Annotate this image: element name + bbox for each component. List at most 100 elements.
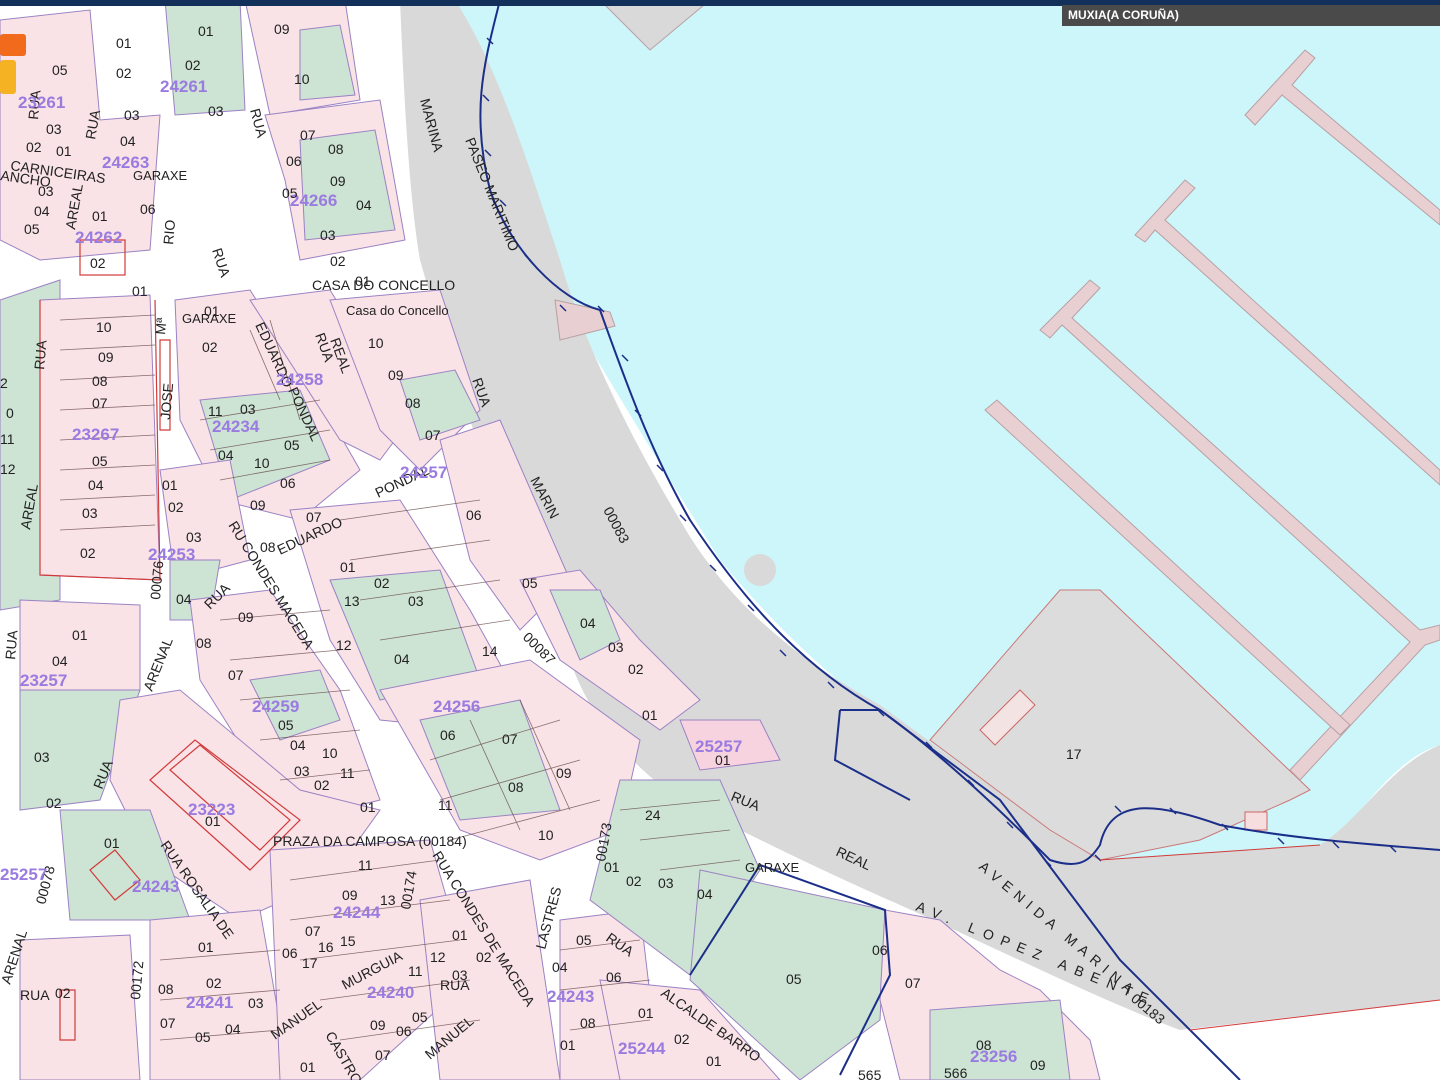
parcel-number: 03 [186,529,202,545]
parcel-number: 15 [340,933,356,949]
street-label: ARENAL [0,928,30,986]
parcel-number: 05 [522,575,538,591]
street-label: RUA [2,629,21,661]
block-id: 24258 [276,370,323,389]
cadastral-map[interactable]: MARINA PASEO MARITIMO RUA MARIN RUA REAL… [0,0,1440,1080]
parcel-number: 09 [370,1017,386,1033]
parcel-number: 05 [282,185,298,201]
place-label: GARAXE [745,860,800,875]
block-id: 23257 [20,671,67,690]
parcel-number: 01 [604,859,620,875]
street-label: AVENIDA MARINA [976,858,1141,1000]
location-title: MUXIA(A CORUÑA) [1062,5,1440,26]
parcel-number: 04 [52,653,68,669]
parcel-number: 08 [580,1015,596,1031]
parcel-number: 01 [340,559,356,575]
parcel-number: 02 [374,575,390,591]
parcel-number: 04 [552,959,568,975]
parcel-number: 03 [452,967,468,983]
parcel-number: 02 [80,545,96,561]
street-label: JOSE [157,382,176,420]
parcel-number: 06 [140,201,156,217]
parcel-number: 09 [1030,1057,1046,1073]
parcel-number: 09 [250,497,266,513]
parcel-number: 16 [318,939,334,955]
parcel-number: 02 [46,795,62,811]
parcel-number: 07 [502,731,518,747]
block-id: 24253 [148,545,195,564]
parcel-number: 11 [408,963,423,979]
parcel-number: 02 [55,985,71,1001]
parcel-number: 05 [284,437,300,453]
parcel-number: 03 [38,183,54,199]
parcel-number: 03 [608,639,624,655]
parcel-number: 04 [34,203,50,219]
map-tool-marker-icon[interactable] [0,34,26,56]
parcel-number: 07 [306,509,322,525]
parcel-number: 01 [300,1059,316,1075]
parcel-number: 09 [342,887,358,903]
parcel-number: 04 [580,615,596,631]
parcel-number: 04 [176,591,192,607]
road-code: 00087 [520,629,559,668]
parcel-number: 05 [786,971,802,987]
street-label: RIO [160,219,178,245]
parcel-number: 05 [24,221,40,237]
street-label: RUA [729,788,763,814]
parcel-number: 03 [124,107,140,123]
parcel-number: 08 [976,1037,992,1053]
parcel-number: 08 [328,141,344,157]
parcel-number: 11 [0,431,15,447]
parcel-number: 01 [204,303,220,319]
block-id: 24261 [160,77,207,96]
block-id: 24240 [367,983,414,1002]
parcel-number: 07 [92,395,108,411]
parcel-number: 02 [116,65,132,81]
parcel-number: 05 [576,932,592,948]
parcel-number: 09 [330,173,346,189]
parcel-number: 08 [158,981,174,997]
road-code: 00173 [592,821,615,862]
street-label: CASTRO [322,1029,365,1080]
place-label: Casa do Concello [346,303,449,318]
block-id: 24234 [212,417,260,436]
parcel-number: 04 [356,197,372,213]
parcel-number: 05 [278,717,294,733]
parcel-number: 12 [336,637,352,653]
parcel-number: 01 [162,477,178,493]
parcel-number: 01 [706,1053,722,1069]
parcel-number: 04 [225,1021,241,1037]
parcel-number: 01 [452,927,468,943]
parcel-number: 10 [538,827,554,843]
block-id: 25257 [0,865,47,884]
parcel-number: 06 [280,475,296,491]
parcel-number: 02 [90,255,106,271]
parcel-number: 03 [248,995,264,1011]
parcel-number: 14 [482,643,498,659]
parcel-number: 01 [56,143,72,159]
parcel-number: 0 [6,405,14,421]
parcel-number: 01 [198,939,214,955]
parcel-number: 07 [375,1047,391,1063]
parcel-number: 09 [388,367,404,383]
parcel-number: 09 [556,765,572,781]
parcel-number: 03 [320,227,336,243]
map-tool-marker-icon[interactable] [0,60,16,94]
street-label: RUA [82,108,103,141]
street-label: REAL [834,843,874,873]
block-id: 24244 [333,903,381,922]
street-label: PASEO MARITIMO [462,135,522,253]
parcel-number: 06 [440,727,456,743]
parcel-number: 04 [290,737,306,753]
street-label: MARINA [417,97,447,154]
block-id: 24256 [433,697,480,716]
parcel-number: 24 [645,807,661,823]
parcel-number: 07 [160,1015,176,1031]
block-id: 24262 [75,228,122,247]
parcel-number: 17 [1066,746,1082,762]
parcel-number: 11 [208,403,223,419]
parcel-number: 13 [380,892,396,908]
street-label: PRAZA DA CAMPOSA (00184) [273,833,467,849]
street-label: RUA [469,376,494,410]
parcel-number: 07 [300,127,316,143]
